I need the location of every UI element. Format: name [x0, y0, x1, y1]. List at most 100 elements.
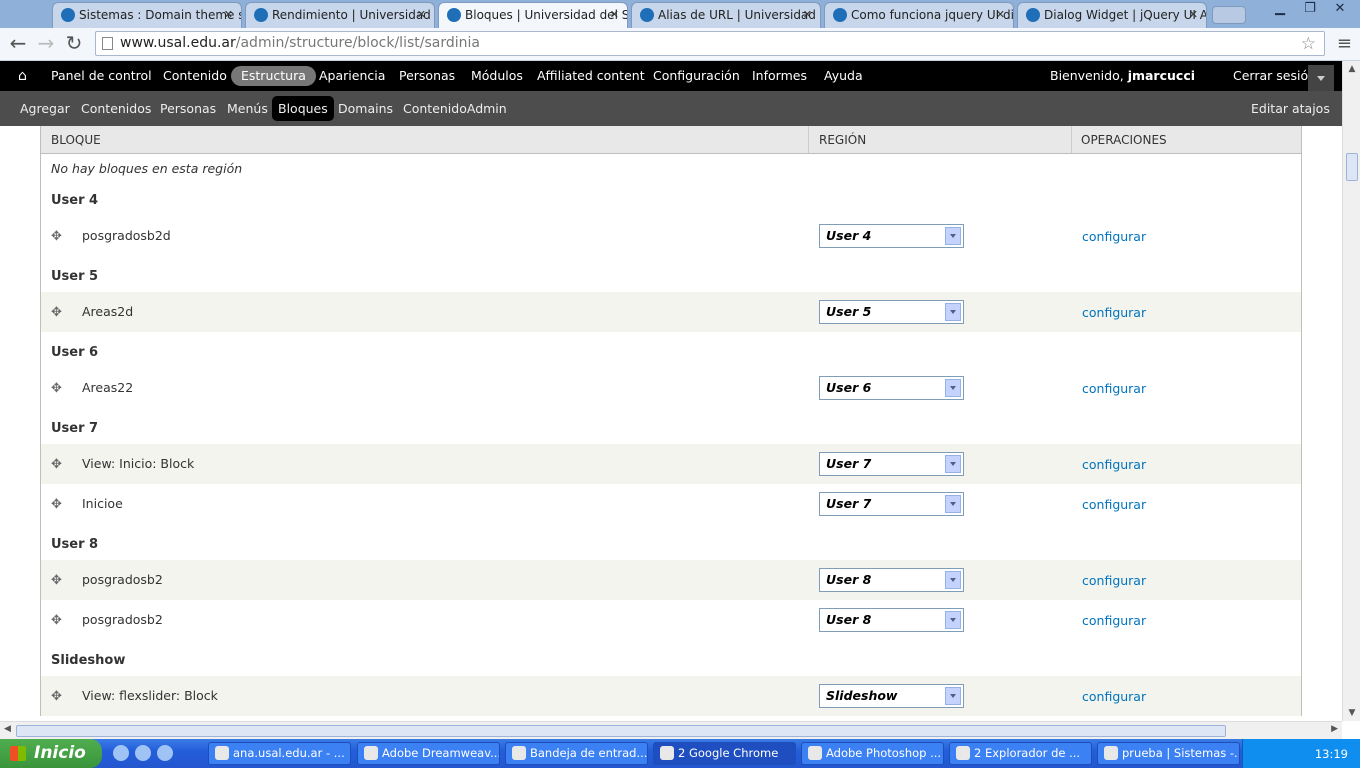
configure-link[interactable]: configurar	[1082, 457, 1146, 472]
address-bar[interactable]: www.usal.edu.ar/admin/structure/block/li…	[95, 31, 1325, 56]
dropdown-arrow-icon[interactable]	[945, 379, 961, 397]
dropdown-arrow-icon[interactable]	[945, 571, 961, 589]
configure-link[interactable]: configurar	[1082, 229, 1146, 244]
configure-link[interactable]: configurar	[1082, 497, 1146, 512]
edit-shortcuts-link[interactable]: Editar atajos	[1251, 101, 1330, 116]
admin-menu-item[interactable]: Personas	[399, 68, 455, 83]
browser-tab[interactable]: Sistemas : Domain theme sel ✕	[52, 2, 242, 28]
drag-handle-icon[interactable]: ✥	[51, 229, 62, 244]
configure-link[interactable]: configurar	[1082, 305, 1146, 320]
quick-launch-icon[interactable]	[157, 745, 173, 761]
admin-menu-item[interactable]: Contenido	[163, 68, 227, 83]
region-select[interactable]: User 4	[819, 224, 964, 248]
header-region[interactable]: REGIÓN	[819, 133, 866, 147]
tab-close-icon[interactable]: ✕	[803, 3, 812, 27]
dropdown-arrow-icon[interactable]	[945, 455, 961, 473]
region-select[interactable]: User 8	[819, 568, 964, 592]
vertical-scroll-thumb[interactable]	[1346, 153, 1358, 181]
shortcut-item[interactable]: Domains	[338, 101, 393, 116]
configure-link[interactable]: configurar	[1082, 613, 1146, 628]
home-icon[interactable]: ⌂	[18, 68, 27, 84]
horizontal-scrollbar[interactable]: ◀ ▶	[0, 721, 1342, 739]
drag-handle-icon[interactable]: ✥	[51, 497, 62, 512]
tab-close-icon[interactable]: ✕	[1189, 3, 1198, 27]
region-heading-row: Slideshow	[40, 640, 1302, 676]
tab-close-icon[interactable]: ✕	[610, 3, 619, 27]
bookmark-star-icon[interactable]: ☆	[1301, 33, 1316, 56]
browser-tab[interactable]: Alias de URL | Universidad d ✕	[631, 2, 821, 28]
taskbar-button[interactable]: ana.usal.edu.ar - ...	[208, 742, 351, 765]
quick-launch-icon[interactable]	[113, 745, 129, 761]
quick-launch-icon[interactable]	[135, 745, 151, 761]
admin-menu-item[interactable]: Affiliated content	[537, 68, 645, 83]
admin-menu-item[interactable]: Configuración	[653, 68, 740, 83]
new-tab-button[interactable]	[1212, 6, 1246, 24]
header-block[interactable]: BLOQUE	[51, 133, 101, 147]
browser-tab[interactable]: Dialog Widget | jQuery UI AP ✕	[1017, 2, 1207, 28]
taskbar-button[interactable]: prueba | Sistemas -...	[1097, 742, 1240, 765]
configure-link[interactable]: configurar	[1082, 573, 1146, 588]
tab-close-icon[interactable]: ✕	[417, 3, 426, 27]
admin-menu-item[interactable]: Módulos	[471, 68, 523, 83]
region-select[interactable]: User 6	[819, 376, 964, 400]
minimize-button[interactable]: ▁	[1266, 1, 1294, 19]
admin-menu-item[interactable]: Informes	[752, 68, 807, 83]
reload-button[interactable]: ↻	[62, 32, 86, 56]
tab-close-icon[interactable]: ✕	[996, 3, 1005, 27]
dropdown-arrow-icon[interactable]	[945, 611, 961, 629]
region-select[interactable]: User 7	[819, 452, 964, 476]
back-button[interactable]: ←	[6, 32, 30, 56]
scroll-up-arrow-icon[interactable]: ▲	[1345, 64, 1359, 74]
dropdown-arrow-icon[interactable]	[945, 687, 961, 705]
taskbar-button[interactable]: 2 Google Chrome	[653, 742, 796, 765]
drag-handle-icon[interactable]: ✥	[51, 457, 62, 472]
scroll-down-arrow-icon[interactable]: ▼	[1345, 708, 1359, 718]
shortcut-item[interactable]: ContenidoAdmin	[403, 101, 507, 116]
start-button[interactable]: Inicio	[0, 739, 102, 768]
shortcut-item[interactable]: Personas	[160, 101, 216, 116]
logout-link[interactable]: Cerrar sesión	[1233, 68, 1316, 83]
region-select[interactable]: User 7	[819, 492, 964, 516]
shortcut-item[interactable]: Menús	[227, 101, 268, 116]
region-select[interactable]: User 5	[819, 300, 964, 324]
shortcut-item[interactable]: Contenidos	[81, 101, 151, 116]
taskbar-button-label: ana.usal.edu.ar - ...	[233, 746, 345, 760]
browser-tab[interactable]: Bloques | Universidad del Sal ✕	[438, 2, 628, 28]
taskbar-button[interactable]: 2 Explorador de ...	[949, 742, 1092, 765]
maximize-button[interactable]: ❐	[1296, 1, 1324, 19]
drag-handle-icon[interactable]: ✥	[51, 573, 62, 588]
drag-handle-icon[interactable]: ✥	[51, 689, 62, 704]
tab-close-icon[interactable]: ✕	[224, 3, 233, 27]
drag-handle-icon[interactable]: ✥	[51, 613, 62, 628]
shortcut-item[interactable]: Bloques	[272, 96, 334, 121]
configure-link[interactable]: configurar	[1082, 381, 1146, 396]
scroll-right-arrow-icon[interactable]: ▶	[1331, 724, 1338, 734]
taskbar-button[interactable]: Adobe Photoshop ...	[801, 742, 944, 765]
taskbar-button[interactable]: Adobe Dreamweav...	[357, 742, 500, 765]
admin-menu-item[interactable]: Apariencia	[319, 68, 385, 83]
username[interactable]: jmarcucci	[1128, 68, 1195, 83]
configure-link[interactable]: configurar	[1082, 689, 1146, 704]
forward-button[interactable]: →	[34, 32, 58, 56]
horizontal-scroll-thumb[interactable]	[16, 725, 1226, 737]
taskbar-button[interactable]: Bandeja de entrad...	[505, 742, 648, 765]
admin-menu-item[interactable]: Ayuda	[824, 68, 863, 83]
close-window-button[interactable]: ✕	[1326, 1, 1354, 19]
drag-handle-icon[interactable]: ✥	[51, 381, 62, 396]
region-select[interactable]: User 8	[819, 608, 964, 632]
browser-tab[interactable]: Como funciona jquery UI dia ✕	[824, 2, 1014, 28]
dropdown-arrow-icon[interactable]	[945, 227, 961, 245]
browser-tab[interactable]: Rendimiento | Universidad d ✕	[245, 2, 435, 28]
drag-handle-icon[interactable]: ✥	[51, 305, 62, 320]
shortcuts-toggle-button[interactable]	[1308, 65, 1334, 91]
scroll-left-arrow-icon[interactable]: ◀	[4, 724, 11, 734]
dropdown-arrow-icon[interactable]	[945, 495, 961, 513]
chrome-menu-icon[interactable]: ≡	[1337, 33, 1352, 54]
region-select[interactable]: Slideshow	[819, 684, 964, 708]
admin-menu-item[interactable]: Estructura	[231, 66, 316, 86]
vertical-scrollbar[interactable]: ▲ ▼	[1342, 61, 1360, 721]
shortcut-item[interactable]: Agregar	[20, 101, 70, 116]
admin-menu-item[interactable]: Panel de control	[51, 68, 152, 83]
dropdown-arrow-icon[interactable]	[945, 303, 961, 321]
tab-title: Dialog Widget | jQuery UI AP	[1044, 8, 1207, 22]
